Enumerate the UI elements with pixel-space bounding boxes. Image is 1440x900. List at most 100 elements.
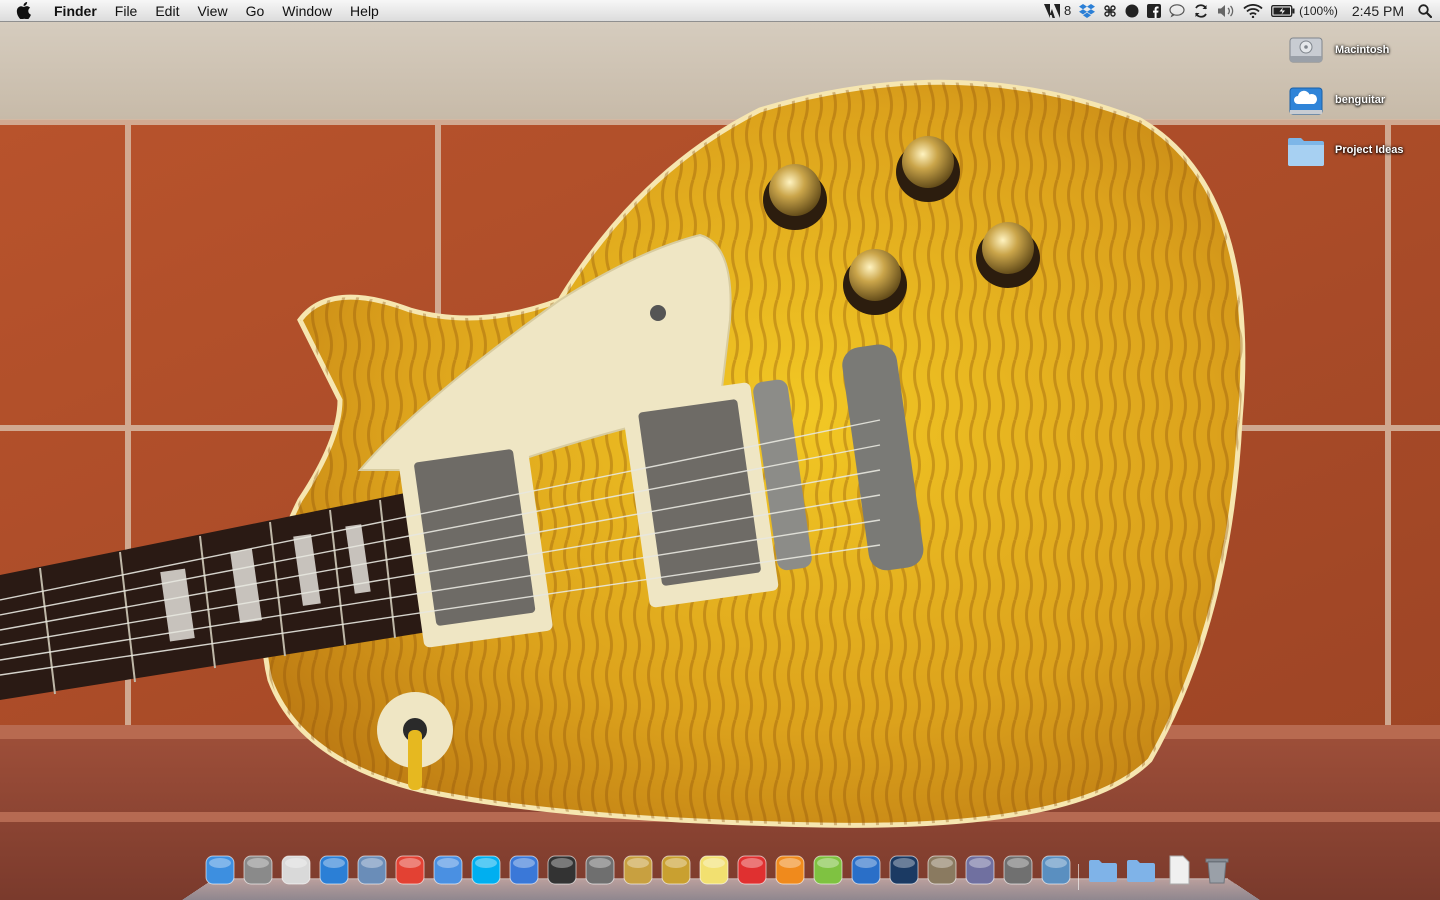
logic-icon [661,855,690,885]
menu-go[interactable]: Go [237,0,274,22]
dock-item-skype[interactable] [468,850,503,890]
menu-bar: Finder File Edit View Go Window Help 8 (… [0,0,1440,22]
desktop-icon-label: Macintosh [1335,44,1390,56]
menu-finder[interactable]: Finder [46,0,106,22]
desktop-icon-label: benguitar [1335,94,1386,106]
menu-clock[interactable]: 2:45 PM [1346,0,1410,22]
ichat-icon [433,855,462,885]
dock-item-chrome[interactable] [392,850,427,890]
facebook-status[interactable] [1147,0,1162,22]
imovie-icon [1003,855,1032,885]
dock-item-stickies[interactable] [696,850,731,890]
menu-edit[interactable]: Edit [146,0,188,22]
preview-icon [281,855,310,885]
chrome-icon [395,855,424,885]
dock-item-aperture[interactable] [620,850,655,890]
dock-item-garageband[interactable] [848,850,883,890]
record-status[interactable] [1125,0,1139,22]
sync-status[interactable] [1193,0,1209,22]
dock-item-gimp[interactable] [924,850,959,890]
desktop-icon-benguitar[interactable]: benguitar [1284,80,1440,120]
dock-item-photoshop[interactable] [886,850,921,890]
quicktime-icon [585,855,614,885]
desktop-icon-project-ideas[interactable]: Project Ideas [1284,130,1440,170]
menu-file[interactable]: File [106,0,147,22]
dock-items [202,850,1234,890]
apple-icon [16,2,31,19]
documents-stack-icon [1088,860,1117,882]
menu-view[interactable]: View [188,0,236,22]
dock-item-mail[interactable] [354,850,389,890]
safari-icon [319,855,348,885]
dock-item-downloads-stack[interactable] [1123,850,1158,890]
desktop-icon-list: Macintosh benguitar Project Ideas [1284,30,1440,180]
trash-icon [1205,858,1228,884]
photoshop-icon [889,855,918,885]
menu-window[interactable]: Window [273,0,341,22]
facetime-icon [1041,855,1070,885]
downloads-stack-icon [1126,860,1155,882]
adobe-updater-status[interactable]: 8 [1043,0,1072,22]
dock-item-vlc[interactable] [772,850,807,890]
battery-status[interactable]: (100%) [1271,0,1338,22]
adobe-update-count: 8 [1063,3,1072,18]
menu-help[interactable]: Help [341,0,388,22]
dock [182,848,1260,900]
desktop-icon-label: Project Ideas [1335,144,1404,156]
menu-bar-left: Finder File Edit View Go Window Help [0,0,388,22]
dock-item-keyboard-maestro[interactable] [734,850,769,890]
dock-item-logic[interactable] [658,850,693,890]
script-editor-icon [965,855,994,885]
record-icon [1125,4,1139,17]
dock-item-utorrent[interactable] [810,850,845,890]
spotlight-search-icon [1418,3,1432,18]
hard-drive-icon [1289,37,1323,63]
keyboard-maestro-icon [737,855,766,885]
dock-item-preview[interactable] [278,850,313,890]
dock-item-ichat[interactable] [430,850,465,890]
dock-item-quicktime[interactable] [582,850,617,890]
dock-item-facetime[interactable] [1038,850,1073,890]
dock-separator [1076,850,1082,890]
dock-item-finder[interactable] [202,850,237,890]
adobe-icon [1043,3,1060,18]
gimp-icon [927,855,956,885]
desktop-icon-macintosh-hd[interactable]: Macintosh [1284,30,1440,70]
apple-menu[interactable] [0,0,46,22]
speaker-icon [1218,4,1234,17]
dock-item-itunes[interactable] [506,850,541,890]
dropbox-status[interactable] [1079,0,1096,22]
battery-charging-icon [1271,4,1295,17]
icloud-drive-icon [1289,87,1323,115]
dock-item-file-stack[interactable] [1161,850,1196,890]
facebook-icon [1147,3,1162,18]
garageband-icon [851,855,880,885]
file-stack-icon [1169,855,1189,885]
folder-icon [1288,138,1324,166]
speech-bubble-icon [1169,3,1185,17]
aperture-icon [623,855,652,885]
itunes-icon [509,855,538,885]
vlc-icon [775,855,804,885]
spotlight-button[interactable] [1418,0,1432,22]
volume-status[interactable] [1217,0,1235,22]
desktop-wallpaper [0,0,1440,900]
stickies-icon [699,855,728,885]
menu-bar-extras: 8 (100%) 2:45 PM [1043,0,1440,22]
skype-icon [471,855,500,885]
chat-status[interactable] [1169,0,1185,22]
wifi-status[interactable] [1243,0,1263,22]
dock-item-trash[interactable] [1199,850,1234,890]
command-status[interactable] [1103,0,1117,22]
mail-icon [357,855,386,885]
dock-item-imovie[interactable] [1000,850,1035,890]
dock-item-documents-stack[interactable] [1085,850,1120,890]
system-preferences-icon [243,855,272,885]
dock-item-system-preferences[interactable] [240,850,275,890]
sync-icon [1195,3,1208,18]
dock-item-piano[interactable] [544,850,579,890]
piano-icon [547,855,576,885]
dock-item-safari[interactable] [316,850,351,890]
dock-item-script-editor[interactable] [962,850,997,890]
utorrent-icon [813,855,842,885]
